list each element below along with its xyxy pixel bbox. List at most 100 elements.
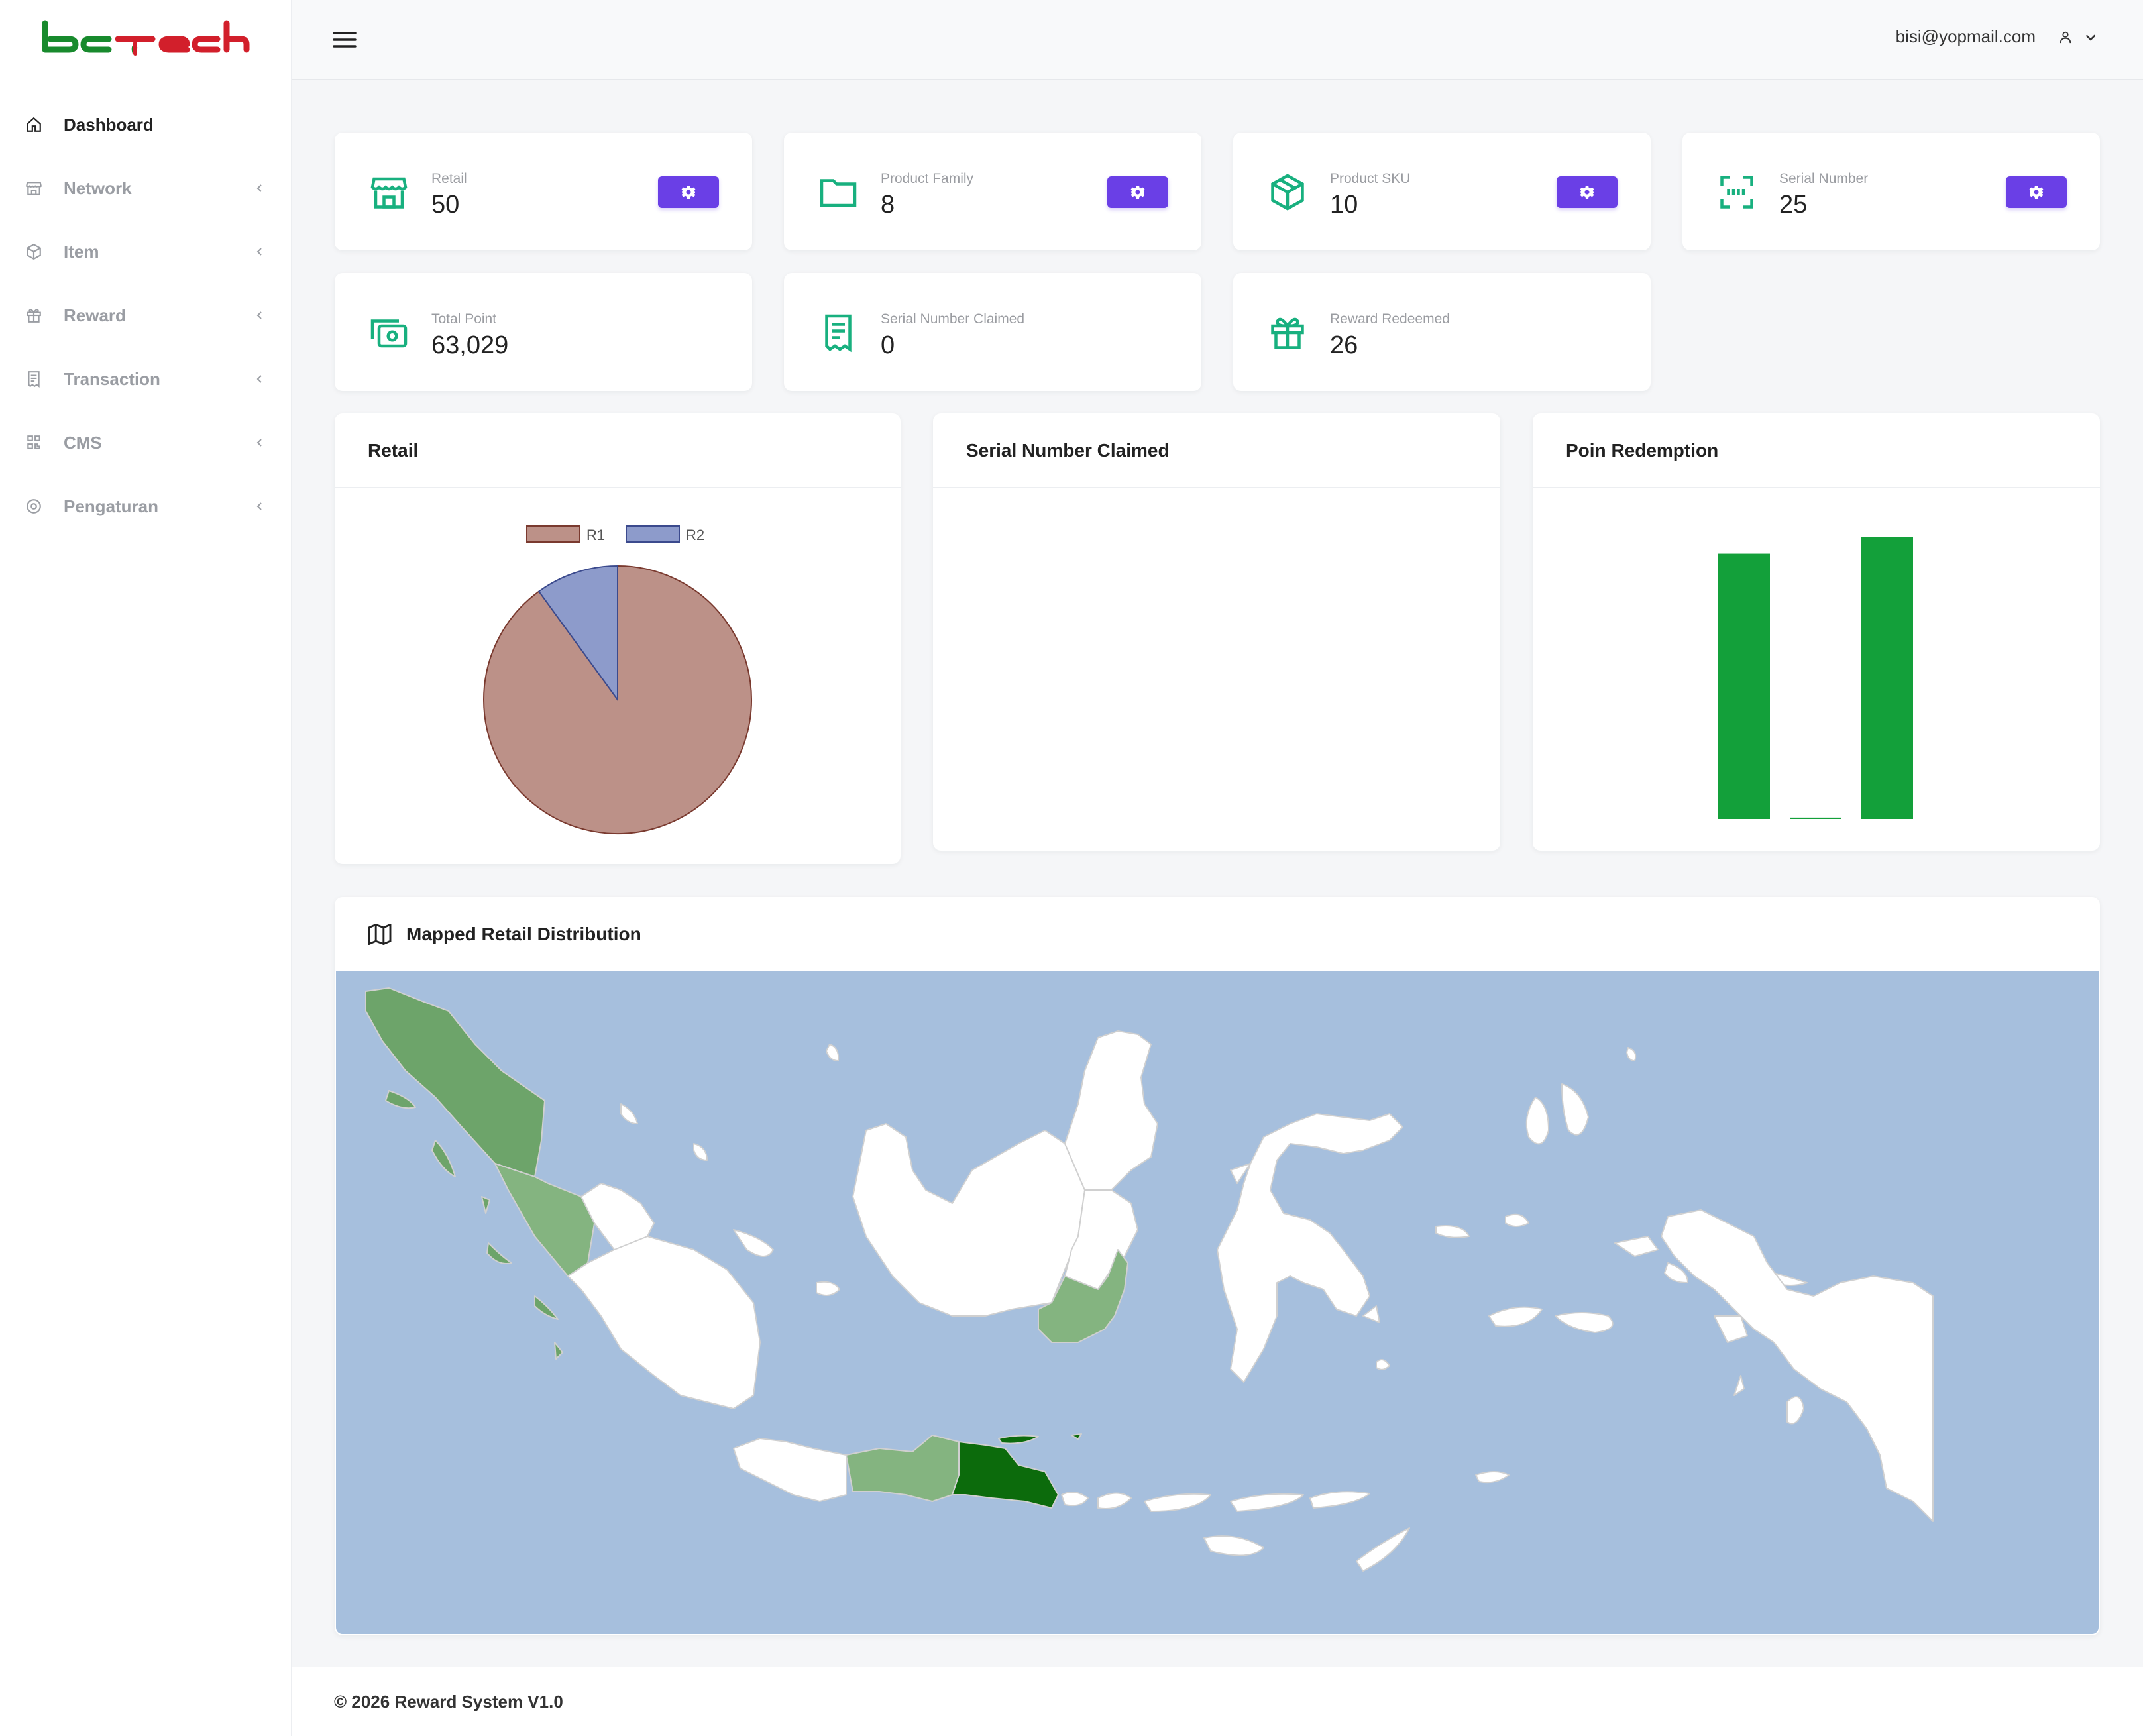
stat-label: Product Family <box>881 171 974 186</box>
footer: © 2026 Reward System V1.0 <box>292 1667 2143 1736</box>
region-kalimantan-west <box>852 1123 1085 1317</box>
region-kalimantan-north <box>1064 1030 1158 1191</box>
map-panel: Mapped Retail Distribution <box>335 897 2100 1635</box>
product-sku-settings-button[interactable] <box>1557 176 1618 208</box>
bctech-logo <box>42 20 249 56</box>
box-icon <box>1266 171 1309 213</box>
legend-item[interactable]: R1 <box>526 525 605 543</box>
stat-value: 10 <box>1330 191 1358 219</box>
map-header: Mapped Retail Distribution <box>335 897 2100 971</box>
legend-label: R2 <box>686 527 704 543</box>
chevron-left-icon <box>252 181 267 195</box>
stat-label: Serial Number Claimed <box>881 311 1025 327</box>
gear-icon <box>1130 186 1145 199</box>
footer-copyright: © 2026 Reward System V1.0 <box>334 1691 563 1711</box>
sidebar-item-cms[interactable]: CMS <box>0 411 291 474</box>
stat-value: 8 <box>881 191 895 219</box>
chevron-left-icon <box>252 308 267 323</box>
bar-1[interactable] <box>1718 553 1770 819</box>
home-icon <box>24 115 44 135</box>
gift-icon <box>24 305 44 325</box>
sidebar-item-label: CMS <box>64 432 102 453</box>
bar-2[interactable] <box>1790 817 1841 819</box>
box-icon <box>24 242 44 262</box>
panel-title: Serial Number Claimed <box>933 413 1500 488</box>
region-sumatra-west <box>494 1163 595 1277</box>
sidebar-item-reward[interactable]: Reward <box>0 284 291 347</box>
product-family-settings-button[interactable] <box>1107 176 1168 208</box>
topbar: bisi@yopmail.com <box>292 0 2143 80</box>
gear-icon <box>2029 186 2044 199</box>
qr-icon <box>24 433 44 453</box>
chevron-down-icon <box>2085 31 2097 43</box>
store-icon <box>24 178 44 198</box>
map-title: Mapped Retail Distribution <box>406 923 641 944</box>
retail-chart-panel: Retail R1 R2 <box>335 413 901 864</box>
map-icon <box>368 923 392 945</box>
stat-card-product-sku: Product SKU 10 <box>1233 133 1651 250</box>
sidebar-item-network[interactable]: Network <box>0 156 291 220</box>
indonesia-map <box>365 987 1934 1572</box>
chevron-left-icon <box>252 499 267 514</box>
region-sumatra-south <box>567 1236 761 1409</box>
store-icon <box>368 171 410 213</box>
panel-title: Retail <box>335 413 901 488</box>
region-sulawesi <box>1217 1113 1403 1383</box>
sidebar-item-label: Reward <box>64 305 126 325</box>
stat-card-retail: Retail 50 <box>335 133 752 250</box>
empty-chart-area <box>933 488 1500 849</box>
user-menu[interactable]: bisi@yopmail.com <box>1896 27 2097 47</box>
brand-logo[interactable] <box>0 0 291 78</box>
bar-3[interactable] <box>1861 537 1913 819</box>
sidebar-nav: Dashboard Network Item Reward Transactio… <box>0 78 291 538</box>
menu-toggle-button[interactable] <box>331 28 358 52</box>
sidebar-item-label: Network <box>64 178 132 198</box>
stat-card-serial-number-claimed: Serial Number Claimed 0 <box>784 273 1201 391</box>
legend-swatch <box>626 525 680 543</box>
receipt-icon <box>817 311 859 354</box>
stat-value: 25 <box>1779 191 1808 219</box>
poin-redemption-chart-panel: Poin Redemption <box>1533 413 2100 851</box>
retail-distribution-map[interactable] <box>336 971 2099 1634</box>
stat-card-total-point: Total Point 63,029 <box>335 273 752 391</box>
region-java-central <box>846 1435 960 1502</box>
stat-label: Reward Redeemed <box>1330 311 1450 327</box>
chevron-left-icon <box>252 372 267 386</box>
sidebar-item-dashboard[interactable]: Dashboard <box>0 93 291 156</box>
retail-settings-button[interactable] <box>658 176 719 208</box>
sidebar-item-label: Dashboard <box>64 114 154 135</box>
gear-icon <box>681 186 696 199</box>
serial-number-settings-button[interactable] <box>2006 176 2067 208</box>
sidebar: Dashboard Network Item Reward Transactio… <box>0 0 292 1736</box>
user-icon <box>2058 30 2073 44</box>
sidebar-item-transaction[interactable]: Transaction <box>0 347 291 411</box>
folder-icon <box>817 171 859 213</box>
stat-value: 26 <box>1330 331 1358 359</box>
stat-card-reward-redeemed: Reward Redeemed 26 <box>1233 273 1651 391</box>
scan-icon <box>1716 171 1758 213</box>
region-sumatra-north <box>365 987 545 1177</box>
serial-number-claimed-chart-panel: Serial Number Claimed <box>933 413 1500 851</box>
stat-label: Product SKU <box>1330 171 1411 186</box>
stat-value: 0 <box>881 331 895 359</box>
sidebar-item-label: Transaction <box>64 368 160 389</box>
panel-title: Poin Redemption <box>1533 413 2100 488</box>
hamburger-icon <box>333 32 357 48</box>
sidebar-item-label: Pengaturan <box>64 496 159 516</box>
retail-pie-chart: R1 R2 <box>483 525 752 834</box>
legend-item[interactable]: R2 <box>626 525 704 543</box>
stat-label: Serial Number <box>1779 171 1869 186</box>
legend-swatch <box>526 525 580 543</box>
region-java-east <box>952 1441 1059 1509</box>
stat-label: Retail <box>431 171 467 186</box>
stat-card-serial-number: Serial Number 25 <box>1682 133 2100 250</box>
legend-label: R1 <box>586 527 605 543</box>
chevron-left-icon <box>252 435 267 450</box>
chevron-left-icon <box>252 244 267 259</box>
gift-icon <box>1266 311 1309 354</box>
poin-redemption-bar-chart <box>1718 537 1913 819</box>
stat-value: 50 <box>431 191 460 219</box>
sidebar-item-item[interactable]: Item <box>0 220 291 284</box>
sidebar-item-pengaturan[interactable]: Pengaturan <box>0 474 291 538</box>
sidebar-item-label: Item <box>64 241 99 262</box>
